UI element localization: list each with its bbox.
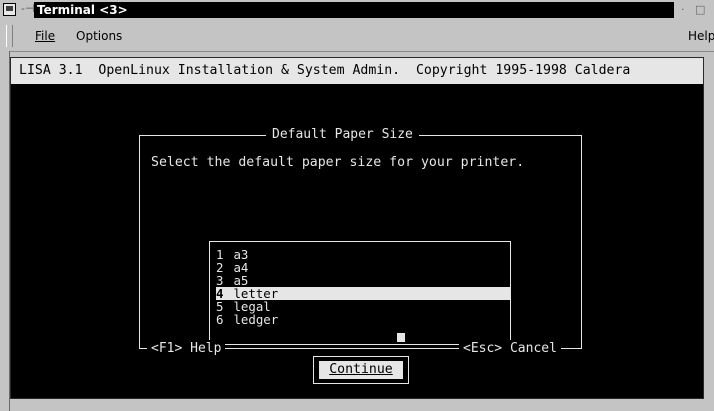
window-title: Terminal <3> <box>34 2 674 18</box>
continue-button[interactable]: Continue <box>313 356 409 384</box>
menubar: File Options Help <box>0 23 714 52</box>
menu-file[interactable]: File <box>35 29 55 43</box>
cancel-hint: <Esc> Cancel <box>459 340 561 358</box>
paper-option-ledger[interactable]: 6 ledger <box>216 313 510 326</box>
window-left-frame <box>0 51 10 411</box>
menu-file-label: File <box>35 29 56 43</box>
terminal-window-icon[interactable] <box>3 3 16 16</box>
paper-size-list[interactable]: 1 a3 2 a4 3 a5 4 letter 5 legal 6 ledger <box>209 241 511 345</box>
paper-option-a3[interactable]: 1 a3 <box>216 248 510 261</box>
menubar-grip[interactable] <box>6 25 13 47</box>
minimize-icon[interactable]: · <box>681 3 685 16</box>
paper-option-a4[interactable]: 2 a4 <box>216 261 510 274</box>
paper-option-label: ledger <box>226 312 279 327</box>
continue-button-label: Continue <box>319 361 403 379</box>
window-titlebar[interactable]: -⊣ Terminal <3> · □ <box>0 0 714 21</box>
pin-icon[interactable]: -⊣ <box>21 2 35 15</box>
maximize-icon[interactable]: □ <box>695 3 705 16</box>
list-scroll-indicator <box>397 333 405 342</box>
paper-option-number: 6 <box>216 312 224 327</box>
paper-size-dialog: Default Paper Size Select the default pa… <box>139 126 583 384</box>
menu-help[interactable]: Help <box>688 29 714 43</box>
menu-help-label: Help <box>688 29 714 43</box>
paper-size-options: 1 a3 2 a4 3 a5 4 letter 5 legal 6 ledger <box>216 248 510 326</box>
lisa-header-bar: LISA 3.1 OpenLinux Installation & System… <box>11 58 703 84</box>
menu-options[interactable]: Options <box>76 29 122 43</box>
help-hint: <F1> Help <box>147 340 226 358</box>
dialog-prompt: Select the default paper size for your p… <box>151 155 525 170</box>
terminal-screen[interactable]: LISA 3.1 OpenLinux Installation & System… <box>10 57 704 399</box>
dialog-title: Default Paper Size <box>266 126 419 144</box>
menu-options-label: Options <box>76 29 123 43</box>
